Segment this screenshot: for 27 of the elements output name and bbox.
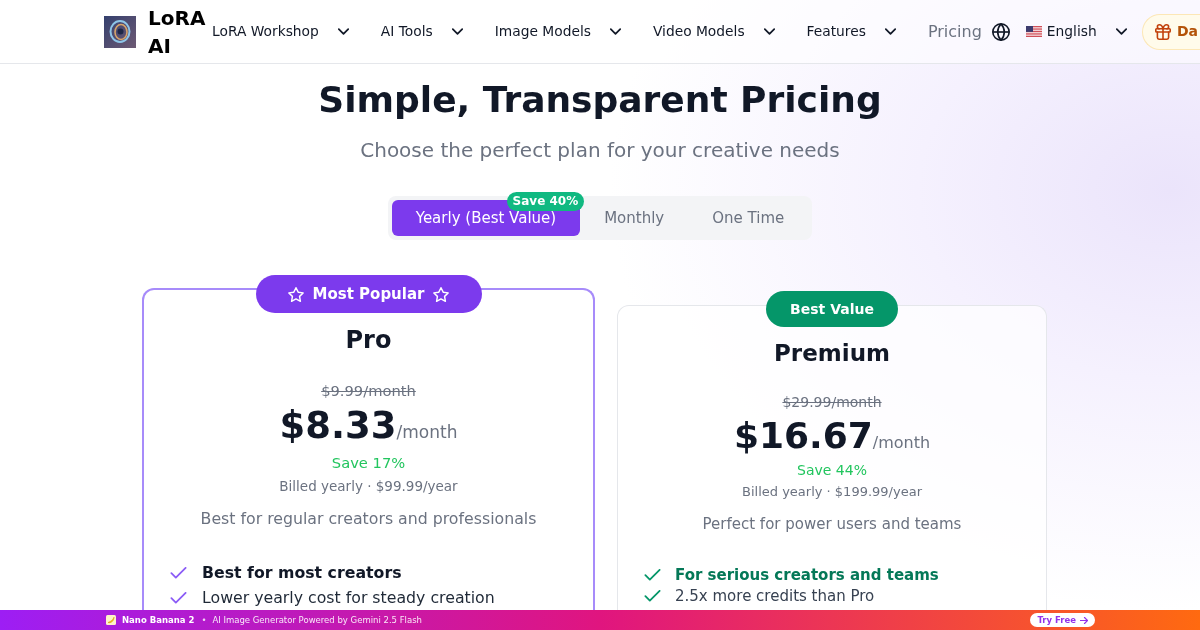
original-price: $29.99/month	[782, 393, 882, 412]
billing-note: Billed yearly · $99.99/year	[279, 477, 458, 495]
plan-badge: Best Value	[766, 291, 898, 327]
page-subtitle: Choose the perfect plan for your creative needs	[360, 137, 840, 164]
billing-note: Billed yearly · $199.99/year	[742, 483, 922, 501]
logo-text: LoRA AI	[148, 4, 207, 60]
plan-price: $8.33	[279, 404, 397, 448]
price-period: /month	[872, 432, 931, 454]
separator-text: •	[201, 613, 207, 627]
plan-description: Perfect for power users and teams	[702, 514, 962, 535]
feature-text: 2.5x more credits than Pro	[675, 586, 875, 606]
plan-name: Premium	[774, 339, 890, 368]
savings-text: Save 44%	[797, 461, 867, 480]
savings-text: Save 17%	[331, 453, 406, 473]
original-price: $9.99/month	[321, 381, 416, 401]
price-period: /month	[396, 421, 458, 444]
promo-text: AI Image Generator Powered by Gemini 2.5 Flash	[212, 613, 422, 627]
feature-text: For serious creators and teams	[675, 565, 939, 585]
feature-text: Best for most creators	[202, 562, 402, 584]
badge-label: Most Popular	[312, 283, 425, 305]
feature-text: Lower yearly cost for steady creation	[202, 587, 495, 609]
plan-price: $16.67	[733, 416, 873, 456]
page-title: Simple, Transparent Pricing	[318, 80, 882, 120]
plan-name: Pro	[345, 325, 392, 356]
promo-title: Nano Banana 2	[122, 613, 195, 627]
discount-badge: Save 40%	[506, 192, 585, 211]
plan-description: Best for regular creators and professionals	[200, 508, 537, 530]
